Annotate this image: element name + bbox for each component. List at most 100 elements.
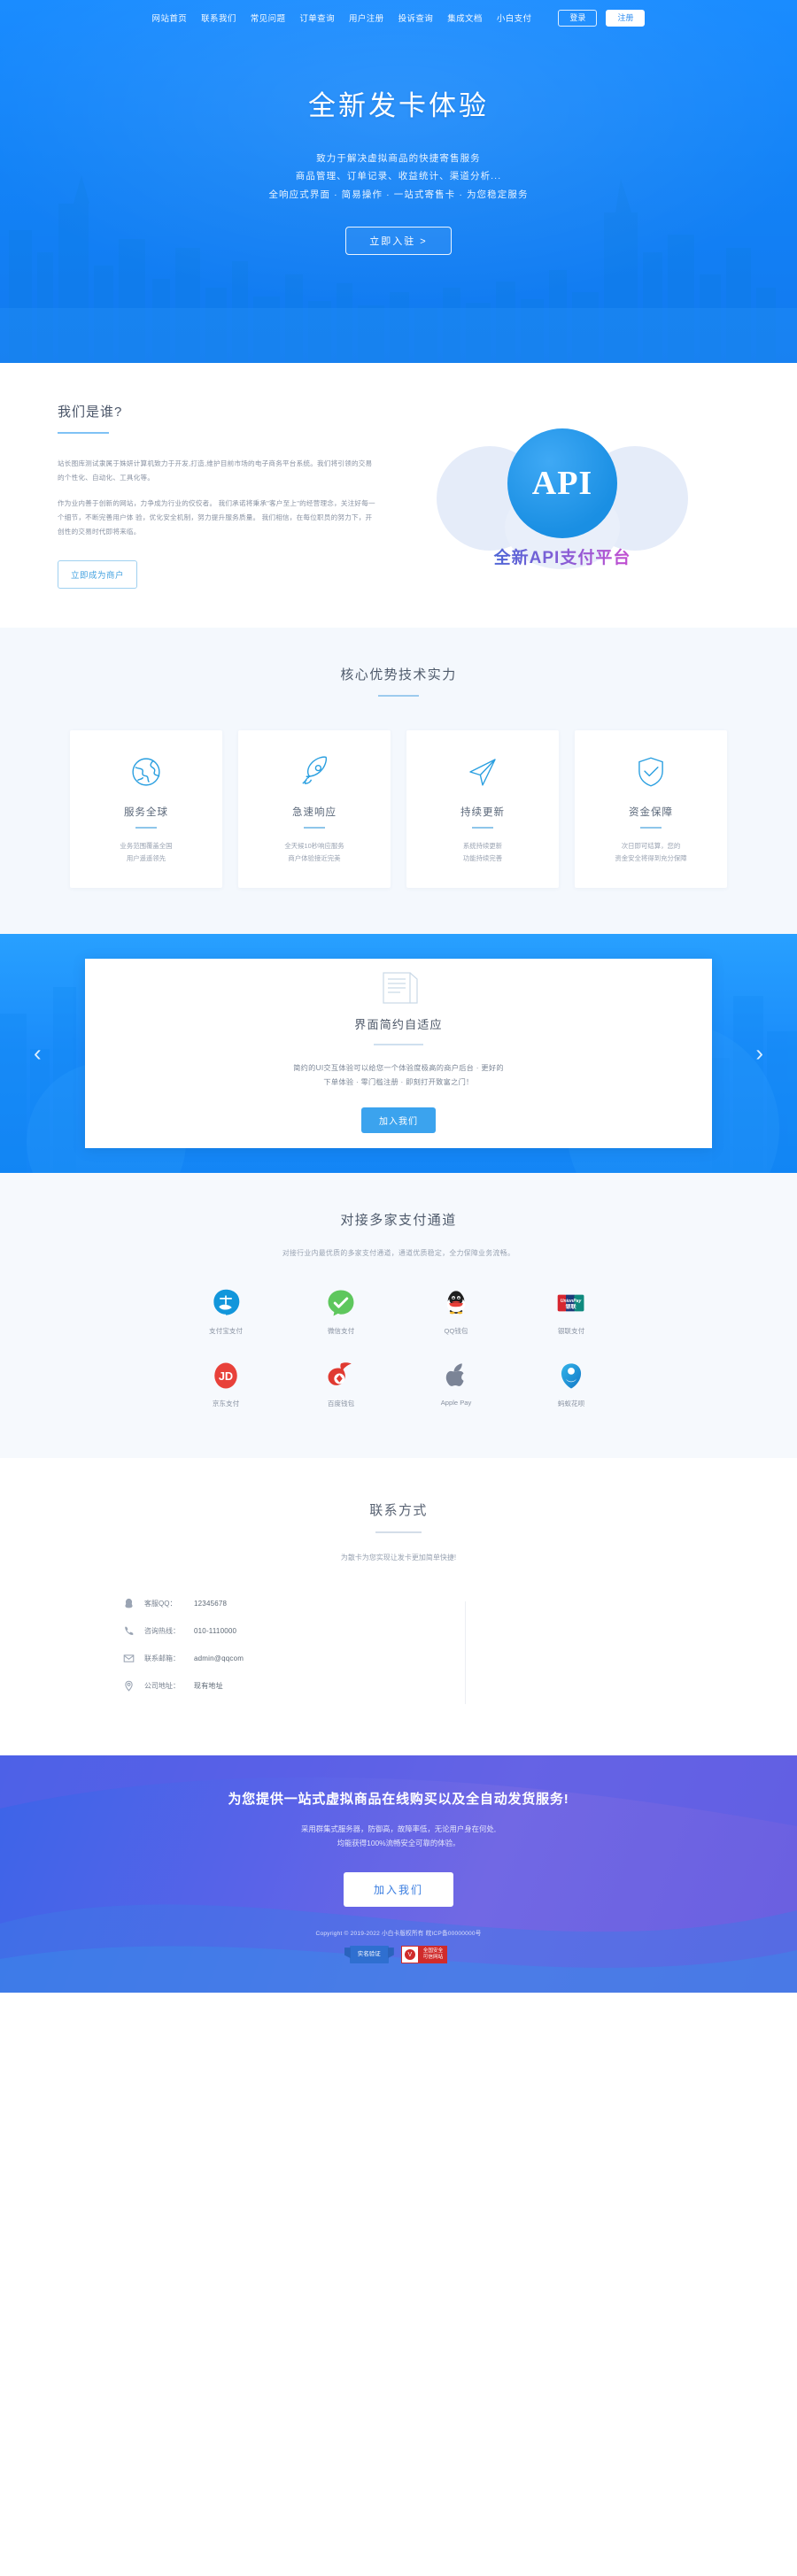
jd-pay-icon: JD	[211, 1361, 241, 1391]
api-illustration: API 全新API支付平台	[429, 421, 695, 569]
payment-item-baidu-wallet[interactable]: 百度钱包	[283, 1361, 398, 1408]
hero-body: 全新发卡体验 致力于解决虚拟商品的快捷寄售服务 商品管理、订单记录、收益统计、渠…	[0, 32, 797, 256]
payments-subheading: 对接行业内最优质的多家支付通道，通道优质稳定，全力保障业务流畅。	[282, 1249, 515, 1257]
copyright-text: Copyright © 2019-2022 小白卡版权所有 皖ICP备00000…	[315, 1931, 482, 1938]
register-button[interactable]: 注册	[606, 9, 646, 27]
mail-icon	[123, 1653, 135, 1664]
payment-item-huabei[interactable]: 蚂蚁花呗	[514, 1361, 629, 1408]
core-card-rule	[304, 827, 325, 829]
core-card-updates[interactable]: 持续更新 系统持续更新 功能持续完善	[406, 730, 559, 888]
contact-row-value: 现有地址	[194, 1681, 223, 1690]
nav-item-xiaobai-pay[interactable]: 小白支付	[497, 12, 532, 24]
payment-item-label: 百度钱包	[327, 1400, 355, 1408]
safe-website-badge[interactable]: V 全国安全 可信网站	[400, 1946, 448, 1964]
payment-item-alipay[interactable]: 支付宝支付	[168, 1288, 283, 1336]
svg-text:UnionPay: UnionPay	[561, 1299, 583, 1304]
carousel-slide-title: 界面简约自适应	[354, 1018, 443, 1031]
payment-item-label: 京东支付	[212, 1400, 240, 1408]
carousel-prev-arrow[interactable]: ‹	[34, 1040, 42, 1068]
footer-cta-content: 为您提供一站式虚拟商品在线购买以及全自动发货服务! 采用群集式服务器，防御高，故…	[0, 1755, 797, 1964]
carousel-next-arrow[interactable]: ›	[755, 1040, 763, 1068]
who-we-are-section: 我们是谁? 站长图库测试隶属于姝妍计算机致力于开发,打造,维护目前市场的电子商务…	[0, 363, 797, 628]
contact-subheading: 为散卡为您实现让发卡更加简单快捷!	[340, 1553, 457, 1562]
hero-subtitles: 致力于解决虚拟商品的快捷寄售服务 商品管理、订单记录、收益统计、渠道分析... …	[0, 150, 797, 204]
core-card-title: 急速响应	[292, 807, 337, 818]
core-card-desc: 系统持续更新 功能持续完善	[462, 842, 503, 862]
footer-join-button[interactable]: 加入我们	[343, 1872, 453, 1908]
api-circle-label: API	[531, 465, 593, 502]
payment-item-qq-wallet[interactable]: QQ钱包	[398, 1288, 514, 1336]
landing-page: 网站首页 联系我们 常见问题 订单查询 用户注册 投诉查询 集成文档 小白支付 …	[0, 0, 797, 1993]
core-card-global[interactable]: 服务全球 业务范围覆盖全国 用户遥遥领先	[70, 730, 222, 888]
core-card-title: 持续更新	[460, 807, 505, 818]
contact-row-value: 12345678	[194, 1599, 228, 1608]
qq-wallet-icon	[441, 1288, 471, 1318]
top-navigation: 网站首页 联系我们 常见问题 订单查询 用户注册 投诉查询 集成文档 小白支付 …	[0, 0, 797, 32]
payment-item-wechat[interactable]: 微信支付	[283, 1288, 398, 1336]
contact-row-qq: 客服QQ： 12345678	[123, 1598, 465, 1609]
nav-item-register[interactable]: 用户注册	[349, 12, 384, 24]
who-heading: 我们是谁?	[58, 405, 123, 420]
footer-subline-2: 均能获得100%流畅安全可靠的体验。	[337, 1839, 460, 1848]
nav-item-order-query[interactable]: 订单查询	[299, 12, 335, 24]
carousel-slide-desc: 简约的UI交互体验可以给您一个体验度极高的商户后台 · 更好的 下单体验 · 零…	[293, 1063, 504, 1086]
payment-item-label: QQ钱包	[444, 1327, 468, 1335]
alipay-icon	[211, 1288, 241, 1318]
contact-heading: 联系方式	[369, 1503, 428, 1518]
nav-item-docs[interactable]: 集成文档	[447, 12, 483, 24]
safe-badge-line-2: 可信网站	[422, 1955, 444, 1961]
nav-item-faq[interactable]: 常见问题	[251, 12, 286, 24]
qq-icon	[123, 1598, 135, 1609]
hero-join-button[interactable]: 立即入驻 >	[345, 227, 452, 256]
hero-section: 网站首页 联系我们 常见问题 订单查询 用户注册 投诉查询 集成文档 小白支付 …	[0, 0, 797, 363]
rocket-icon	[296, 753, 333, 791]
nav-actions: 登录 注册	[558, 9, 646, 27]
payment-item-apple-pay[interactable]: Apple Pay	[398, 1361, 514, 1408]
login-button[interactable]: 登录	[558, 9, 598, 27]
payment-item-label: 蚂蚁花呗	[557, 1400, 585, 1408]
contact-row-hotline: 咨询热线： 010-1110000	[123, 1625, 465, 1637]
carousel-slide-rule	[374, 1044, 423, 1045]
become-merchant-button[interactable]: 立即成为商户	[58, 559, 138, 589]
core-heading-rule	[378, 695, 419, 697]
nav-item-complaint-query[interactable]: 投诉查询	[398, 12, 434, 24]
core-card-rule	[640, 827, 662, 829]
who-text-column: 我们是谁? 站长图库测试隶属于姝妍计算机致力于开发,打造,维护目前市场的电子商务…	[49, 402, 376, 589]
footer-headline: 为您提供一站式虚拟商品在线购买以及全自动发货服务!	[228, 1791, 569, 1807]
core-card-fast-response[interactable]: 急速响应 全天候10秒响应服务 商户体验接近完美	[238, 730, 391, 888]
location-icon	[123, 1680, 135, 1692]
apple-pay-icon	[441, 1361, 471, 1391]
api-circle: API	[507, 428, 617, 538]
payment-item-label: 支付宝支付	[209, 1327, 243, 1335]
contact-row-label: 咨询热线：	[144, 1626, 180, 1635]
hero-subtitle-line-2: 商品管理、订单记录、收益统计、渠道分析...	[295, 171, 502, 182]
carousel-join-button[interactable]: 加入我们	[361, 1107, 436, 1134]
carousel-slide: 界面简约自适应 简约的UI交互体验可以给您一个体验度极高的商户后台 · 更好的 …	[85, 959, 712, 1148]
core-advantages-section: 核心优势技术实力 服务全球 业务范围覆盖全国 用户遥遥领先 急速响应 全天候10…	[0, 628, 797, 934]
contact-columns: 客服QQ： 12345678 咨询热线： 010-1110000 联系邮箱： a…	[93, 1598, 704, 1708]
baidu-wallet-icon	[326, 1361, 356, 1391]
core-card-funds-security[interactable]: 资金保障 次日即可结算，您的 资金安全将得到充分保障	[575, 730, 727, 888]
payment-channels-section: 对接多家支付通道 对接行业内最优质的多家支付通道，通道优质稳定，全力保障业务流畅…	[0, 1173, 797, 1458]
nav-links: 网站首页 联系我们 常见问题 订单查询 用户注册 投诉查询 集成文档 小白支付	[152, 12, 532, 24]
who-art-column: API 全新API支付平台	[394, 402, 731, 592]
payment-logo-grid: 支付宝支付 微信支付 QQ钱包 UnionPay 银联 银联支付 JD 京东支付…	[168, 1288, 629, 1408]
contact-row-value: 010-1110000	[194, 1626, 237, 1635]
contact-right-column	[466, 1598, 704, 1708]
nav-item-contact[interactable]: 联系我们	[201, 12, 236, 24]
core-card-rule	[472, 827, 493, 829]
core-card-desc: 业务范围覆盖全国 用户遥遥领先	[120, 842, 173, 862]
realname-verify-badge[interactable]: 实名验证	[349, 1946, 389, 1964]
api-caption: 全新API支付平台	[429, 544, 695, 568]
document-lines-icon	[375, 969, 422, 1006]
contact-section: 联系方式 为散卡为您实现让发卡更加简单快捷! 客服QQ： 12345678 咨询…	[0, 1458, 797, 1755]
who-paragraph-2: 作为业内善于创新的网站，力争成为行业的佼佼者。 我们承诺将秉承"客户至上"的经营…	[58, 498, 375, 536]
nav-item-home[interactable]: 网站首页	[152, 12, 188, 24]
huabei-icon	[556, 1361, 586, 1391]
payment-item-jd-pay[interactable]: JD 京东支付	[168, 1361, 283, 1408]
svg-text:银联: 银联	[566, 1303, 576, 1310]
contact-info-list: 客服QQ： 12345678 咨询热线： 010-1110000 联系邮箱： a…	[93, 1598, 465, 1708]
phone-icon	[123, 1625, 135, 1637]
feature-carousel: ‹ › 界面简约自适应 简约的UI交互体验可以给您一个体验度极高的商户后台 · …	[0, 934, 797, 1173]
payment-item-unionpay[interactable]: UnionPay 银联 银联支付	[514, 1288, 629, 1336]
